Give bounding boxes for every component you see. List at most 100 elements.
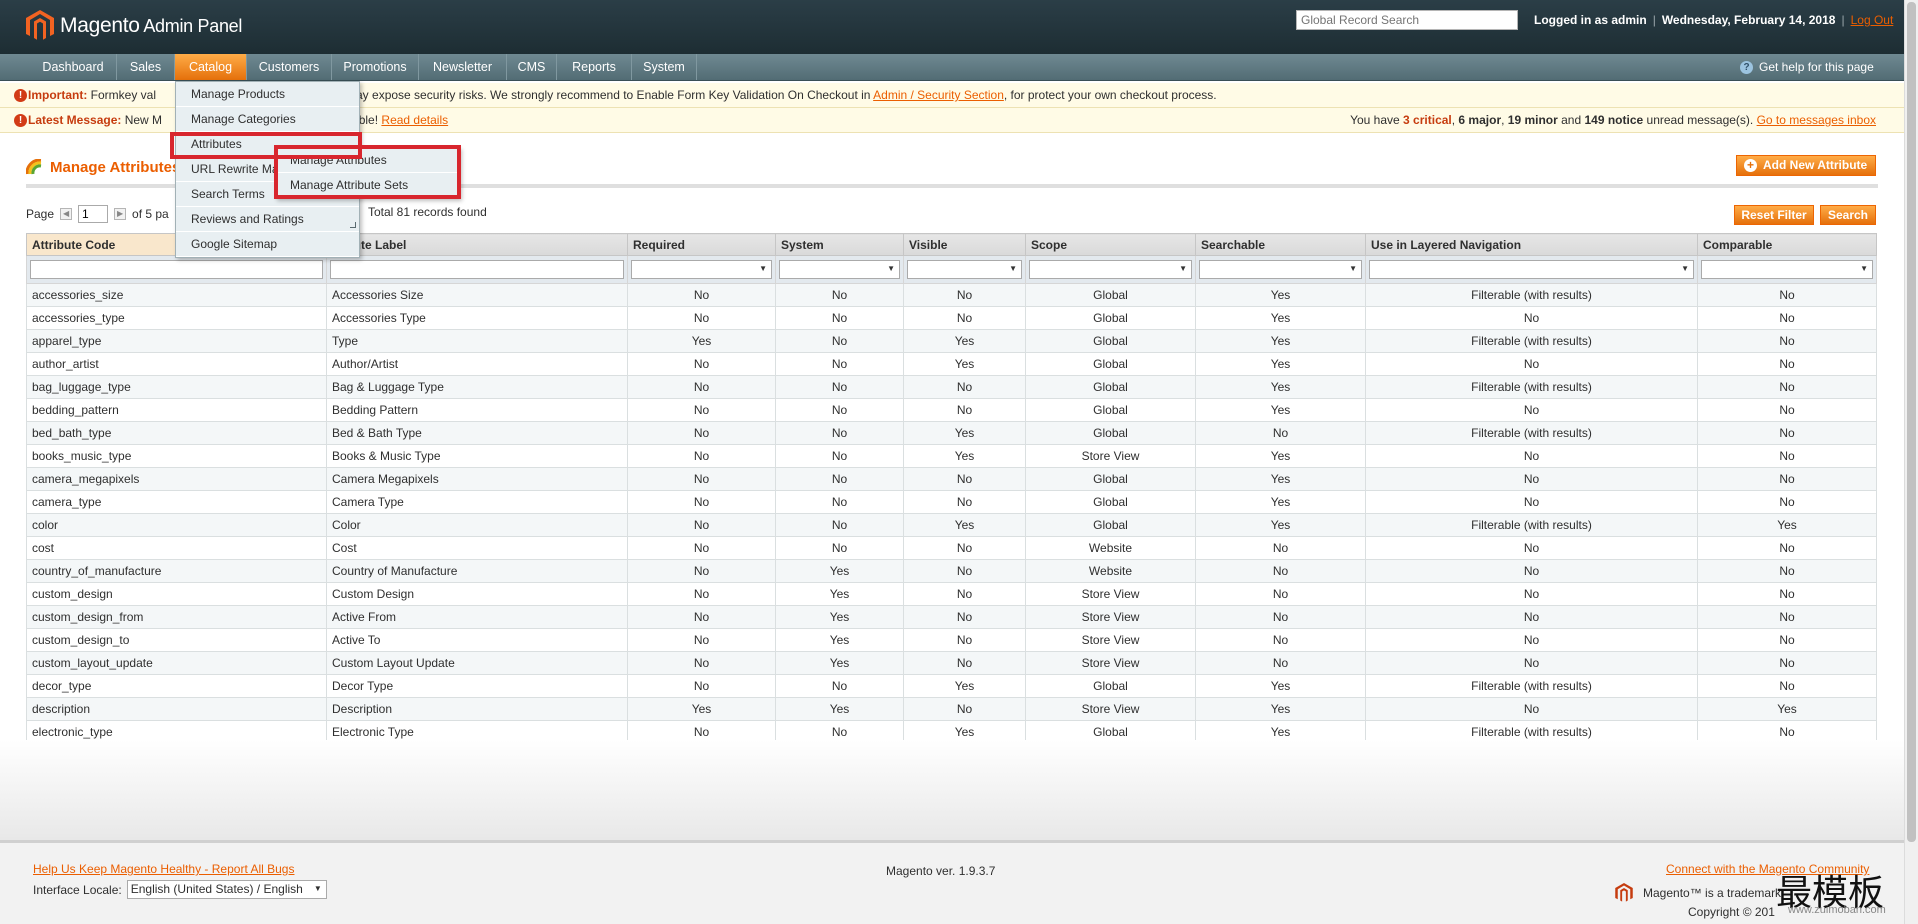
nav-reports[interactable]: Reports xyxy=(557,54,632,80)
nav-catalog[interactable]: Catalog xyxy=(175,54,247,80)
nav-system[interactable]: System xyxy=(632,54,697,80)
table-row[interactable]: custom_design Custom Design No Yes No Store V… xyxy=(26,582,1877,606)
table-cell: No xyxy=(1697,536,1877,560)
filter-attribute-code[interactable] xyxy=(30,260,323,279)
nav-newsletter[interactable]: Newsletter xyxy=(419,54,507,80)
table-cell: No xyxy=(1365,582,1698,606)
table-row[interactable]: camera_megapixels Camera Megapixels No No No… xyxy=(26,467,1877,491)
table-row[interactable]: accessories_size Accessories Size No No No Gl… xyxy=(26,283,1877,307)
table-row[interactable]: custom_layout_update Custom Layout Update… xyxy=(26,651,1877,675)
menu-manage-categories[interactable]: Manage Categories xyxy=(176,107,359,132)
table-cell: No xyxy=(627,375,776,399)
table-cell: No xyxy=(903,490,1026,514)
table-cell: No xyxy=(627,651,776,675)
filter-layered-navigation[interactable] xyxy=(1369,260,1694,279)
col-scope[interactable]: Scope xyxy=(1025,233,1196,256)
table-row[interactable]: color Color No No Yes Global Yes Filterable (wi… xyxy=(26,513,1877,537)
global-search-input[interactable] xyxy=(1296,10,1518,30)
copyright: Copyright © 201 xyxy=(1688,905,1775,919)
table-cell: No xyxy=(1697,444,1877,468)
table-row[interactable]: country_of_manufacture Country of Manufac… xyxy=(26,559,1877,583)
table-cell: books_music_type xyxy=(26,444,327,468)
filter-required[interactable] xyxy=(631,260,772,279)
help-link[interactable]: ? Get help for this page xyxy=(1740,54,1874,80)
table-row[interactable]: custom_design_from Active From No Yes No Stor… xyxy=(26,605,1877,629)
col-system[interactable]: System xyxy=(775,233,904,256)
table-cell: Yes xyxy=(903,674,1026,698)
table-row[interactable]: decor_type Decor Type No No Yes Global Yes Filt… xyxy=(26,674,1877,698)
table-row[interactable]: apparel_type Type Yes No Yes Global Yes Filtera… xyxy=(26,329,1877,353)
col-searchable[interactable]: Searchable xyxy=(1195,233,1366,256)
filter-scope[interactable] xyxy=(1029,260,1192,279)
logout-link[interactable]: Log Out xyxy=(1851,13,1894,27)
filter-comparable[interactable] xyxy=(1701,260,1873,279)
table-cell: No xyxy=(1697,283,1877,307)
table-cell: Decor Type xyxy=(326,674,628,698)
table-cell: Website xyxy=(1025,559,1196,583)
message-summary: You have 3 critical, 6 major, 19 minor a… xyxy=(1350,113,1876,127)
menu-google-sitemap[interactable]: Google Sitemap xyxy=(176,232,359,257)
col-layered-navigation[interactable]: Use in Layered Navigation xyxy=(1365,233,1698,256)
reset-filter-button[interactable]: Reset Filter xyxy=(1734,205,1814,225)
locale-switcher: Interface Locale: English (United States… xyxy=(33,880,327,899)
messages-inbox-link[interactable]: Go to messages inbox xyxy=(1757,113,1876,127)
prev-page-icon[interactable]: ◀ xyxy=(60,208,73,220)
table-cell: Active From xyxy=(326,605,628,629)
magento-logo[interactable]: Magento Admin Panel xyxy=(26,10,242,42)
nav-sales[interactable]: Sales xyxy=(117,54,175,80)
table-row[interactable]: author_artist Author/Artist No No Yes Global Y… xyxy=(26,352,1877,376)
table-cell: Yes xyxy=(1697,513,1877,537)
table-row[interactable]: camera_type Camera Type No No No Global Yes No N… xyxy=(26,490,1877,514)
table-cell: Global xyxy=(1025,283,1196,307)
table-cell: Yes xyxy=(1195,490,1366,514)
add-new-attribute-button[interactable]: + Add New Attribute xyxy=(1736,155,1876,176)
nav-cms[interactable]: CMS xyxy=(507,54,557,80)
table-cell: Bed & Bath Type xyxy=(326,421,628,445)
table-cell: No xyxy=(1365,559,1698,583)
admin-header: Magento Admin Panel Logged in as admin|W… xyxy=(0,0,1918,54)
table-row[interactable]: books_music_type Books & Music Type No No Ye… xyxy=(26,444,1877,468)
table-cell: Type xyxy=(326,329,628,353)
table-cell: No xyxy=(627,467,776,491)
table-cell: No xyxy=(627,582,776,606)
table-cell: Yes xyxy=(627,697,776,721)
table-row[interactable]: bed_bath_type Bed & Bath Type No No Yes Globa… xyxy=(26,421,1877,445)
menu-reviews-ratings[interactable]: Reviews and Ratings xyxy=(176,207,359,232)
table-row[interactable]: accessories_type Accessories Type No No No Gl… xyxy=(26,306,1877,330)
next-page-icon[interactable]: ▶ xyxy=(114,208,127,220)
col-required[interactable]: Required xyxy=(627,233,776,256)
nav-dashboard[interactable]: Dashboard xyxy=(30,54,117,80)
table-row[interactable]: cost Cost No No No Website No No No xyxy=(26,536,1877,560)
col-comparable[interactable]: Comparable xyxy=(1697,233,1877,256)
col-attribute-label[interactable]: ibute Label xyxy=(326,233,628,256)
table-cell: No xyxy=(775,306,904,330)
read-details-link[interactable]: Read details xyxy=(381,113,448,127)
filter-visible[interactable] xyxy=(907,260,1022,279)
table-cell: Bag & Luggage Type xyxy=(326,375,628,399)
table-row[interactable]: description Description Yes Yes No Store View… xyxy=(26,697,1877,721)
col-visible[interactable]: Visible xyxy=(903,233,1026,256)
table-cell: No xyxy=(627,605,776,629)
nav-customers[interactable]: Customers xyxy=(247,54,332,80)
page-number-input[interactable] xyxy=(78,205,109,223)
table-cell: No xyxy=(1365,651,1698,675)
table-cell: No xyxy=(1697,605,1877,629)
plus-icon: + xyxy=(1744,159,1757,172)
table-row[interactable]: bedding_pattern Bedding Pattern No No No Glob… xyxy=(26,398,1877,422)
table-row[interactable]: custom_design_to Active To No Yes No Store Vi… xyxy=(26,628,1877,652)
page-scrollbar[interactable] xyxy=(1904,0,1918,924)
locale-select[interactable]: English (United States) / English xyxy=(126,880,327,899)
scrollbar-thumb[interactable] xyxy=(1907,2,1916,842)
nav-promotions[interactable]: Promotions xyxy=(332,54,419,80)
table-cell: Camera Megapixels xyxy=(326,467,628,491)
security-section-link[interactable]: Admin / Security Section xyxy=(873,88,1004,102)
report-bugs-link[interactable]: Help Us Keep Magento Healthy - Report Al… xyxy=(33,862,294,876)
filter-system[interactable] xyxy=(779,260,900,279)
filter-searchable[interactable] xyxy=(1199,260,1362,279)
search-button[interactable]: Search xyxy=(1820,205,1876,225)
table-row[interactable]: bag_luggage_type Bag & Luggage Type No No No… xyxy=(26,375,1877,399)
menu-manage-products[interactable]: Manage Products xyxy=(176,82,359,107)
table-cell: Camera Type xyxy=(326,490,628,514)
help-label: Get help for this page xyxy=(1759,60,1874,74)
filter-attribute-label[interactable] xyxy=(330,260,624,279)
